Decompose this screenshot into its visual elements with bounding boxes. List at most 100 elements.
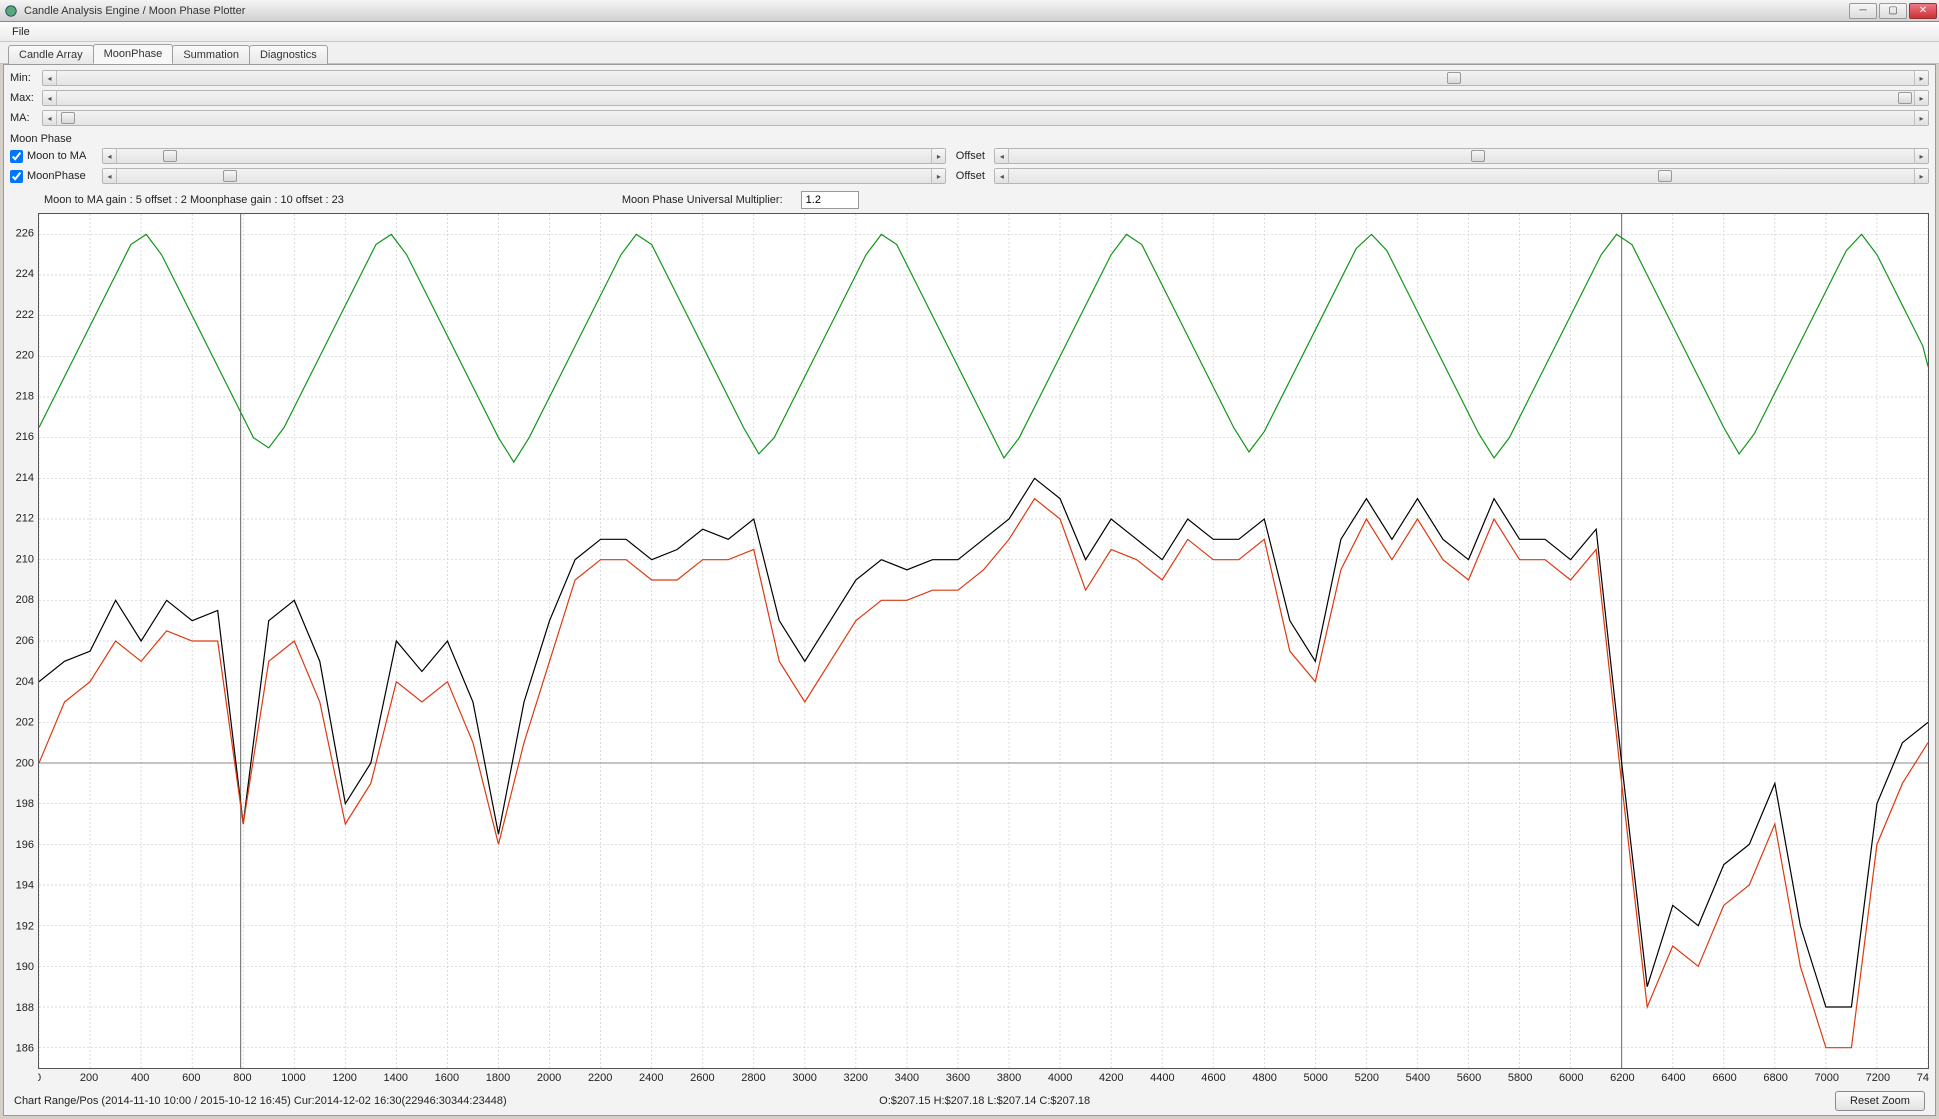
svg-text:192: 192: [16, 920, 34, 932]
chart-x-axis: 0200400600800100012001400160018002000220…: [38, 1069, 1929, 1085]
svg-text:1600: 1600: [435, 1072, 459, 1084]
svg-text:190: 190: [16, 961, 34, 973]
svg-text:202: 202: [16, 717, 34, 729]
svg-text:5200: 5200: [1355, 1072, 1379, 1084]
multiplier-label: Moon Phase Universal Multiplier:: [622, 194, 783, 206]
svg-text:216: 216: [16, 431, 34, 443]
svg-text:186: 186: [16, 1043, 34, 1055]
chevron-right-icon[interactable]: ▸: [931, 169, 945, 183]
svg-text:3600: 3600: [946, 1072, 970, 1084]
svg-text:4600: 4600: [1201, 1072, 1225, 1084]
svg-text:208: 208: [16, 594, 34, 606]
chevron-right-icon[interactable]: ▸: [1914, 71, 1928, 85]
chevron-left-icon[interactable]: ◂: [43, 91, 57, 105]
chart-y-axis: 1861881901921941961982002022042062082102…: [10, 213, 38, 1069]
moonphase-offset-slider[interactable]: ◂ ▸: [994, 168, 1929, 184]
min-slider[interactable]: ◂ ▸: [42, 70, 1929, 86]
svg-text:224: 224: [16, 268, 34, 280]
window-titlebar: Candle Analysis Engine / Moon Phase Plot…: [0, 0, 1939, 22]
moon-to-ma-gain-slider[interactable]: ◂ ▸: [102, 148, 946, 164]
svg-text:6400: 6400: [1661, 1072, 1685, 1084]
close-button[interactable]: ✕: [1909, 3, 1937, 19]
svg-text:220: 220: [16, 350, 34, 362]
menu-file[interactable]: File: [6, 24, 36, 40]
chevron-left-icon[interactable]: ◂: [995, 169, 1009, 183]
svg-text:5000: 5000: [1303, 1072, 1327, 1084]
svg-text:4200: 4200: [1099, 1072, 1123, 1084]
reset-zoom-button[interactable]: Reset Zoom: [1835, 1091, 1925, 1111]
svg-text:3400: 3400: [895, 1072, 919, 1084]
svg-text:2600: 2600: [690, 1072, 714, 1084]
chart-plot-area[interactable]: [38, 213, 1929, 1069]
app-icon: [4, 4, 18, 18]
tab-summation[interactable]: Summation: [172, 45, 250, 64]
svg-text:194: 194: [16, 880, 34, 892]
tab-strip: Candle Array MoonPhase Summation Diagnos…: [0, 42, 1939, 64]
svg-text:7400: 7400: [1917, 1072, 1929, 1084]
svg-text:198: 198: [16, 798, 34, 810]
min-label: Min:: [10, 72, 42, 84]
chevron-left-icon[interactable]: ◂: [43, 71, 57, 85]
chevron-right-icon[interactable]: ▸: [1914, 111, 1928, 125]
moonphase-section-label: Moon Phase: [10, 129, 1929, 147]
max-slider[interactable]: ◂ ▸: [42, 90, 1929, 106]
window-title: Candle Analysis Engine / Moon Phase Plot…: [24, 5, 245, 17]
svg-text:2200: 2200: [588, 1072, 612, 1084]
offset-label-2: Offset: [946, 170, 994, 182]
tab-candle-array[interactable]: Candle Array: [8, 45, 94, 64]
svg-text:5400: 5400: [1406, 1072, 1430, 1084]
svg-text:188: 188: [16, 1002, 34, 1014]
client-area: Min: ◂ ▸ Max: ◂ ▸ MA: ◂ ▸ Moon Phase Moo…: [3, 64, 1936, 1116]
svg-text:4800: 4800: [1252, 1072, 1276, 1084]
chevron-left-icon[interactable]: ◂: [995, 149, 1009, 163]
svg-text:214: 214: [16, 472, 34, 484]
svg-text:226: 226: [16, 227, 34, 239]
moon-to-ma-label: Moon to MA: [27, 150, 86, 162]
gain-offset-status: Moon to MA gain : 5 offset : 2 Moonphase…: [44, 194, 344, 206]
svg-text:3000: 3000: [792, 1072, 816, 1084]
multiplier-input[interactable]: [801, 191, 859, 209]
chevron-left-icon[interactable]: ◂: [103, 169, 117, 183]
chevron-right-icon[interactable]: ▸: [1914, 149, 1928, 163]
moon-to-ma-offset-slider[interactable]: ◂ ▸: [994, 148, 1929, 164]
svg-text:2400: 2400: [639, 1072, 663, 1084]
svg-text:1000: 1000: [281, 1072, 305, 1084]
chevron-left-icon[interactable]: ◂: [43, 111, 57, 125]
svg-text:200: 200: [16, 757, 34, 769]
menubar: File: [0, 22, 1939, 42]
svg-text:4400: 4400: [1150, 1072, 1174, 1084]
svg-text:5600: 5600: [1457, 1072, 1481, 1084]
svg-text:6000: 6000: [1559, 1072, 1583, 1084]
svg-text:3200: 3200: [843, 1072, 867, 1084]
svg-text:196: 196: [16, 839, 34, 851]
ohlc-status: O:$207.15 H:$207.18 L:$207.14 C:$207.18: [879, 1095, 1090, 1107]
tab-moonphase[interactable]: MoonPhase: [93, 44, 174, 64]
svg-text:6600: 6600: [1712, 1072, 1736, 1084]
moonphase-checkbox[interactable]: [10, 170, 23, 183]
minimize-button[interactable]: ─: [1849, 3, 1877, 19]
chevron-right-icon[interactable]: ▸: [1914, 169, 1928, 183]
svg-text:1400: 1400: [384, 1072, 408, 1084]
svg-text:600: 600: [182, 1072, 200, 1084]
svg-text:5800: 5800: [1508, 1072, 1532, 1084]
svg-text:6200: 6200: [1610, 1072, 1634, 1084]
svg-text:222: 222: [16, 309, 34, 321]
svg-text:212: 212: [16, 513, 34, 525]
chevron-right-icon[interactable]: ▸: [1914, 91, 1928, 105]
svg-text:2000: 2000: [537, 1072, 561, 1084]
svg-text:218: 218: [16, 390, 34, 402]
chevron-right-icon[interactable]: ▸: [931, 149, 945, 163]
svg-text:1800: 1800: [486, 1072, 510, 1084]
chevron-left-icon[interactable]: ◂: [103, 149, 117, 163]
svg-text:3800: 3800: [997, 1072, 1021, 1084]
ma-slider[interactable]: ◂ ▸: [42, 110, 1929, 126]
maximize-button[interactable]: ▢: [1879, 3, 1907, 19]
tab-diagnostics[interactable]: Diagnostics: [249, 45, 328, 64]
svg-text:2800: 2800: [741, 1072, 765, 1084]
svg-text:400: 400: [131, 1072, 149, 1084]
moon-to-ma-checkbox[interactable]: [10, 150, 23, 163]
svg-text:1200: 1200: [332, 1072, 356, 1084]
max-label: Max:: [10, 92, 42, 104]
svg-text:7000: 7000: [1815, 1072, 1839, 1084]
moonphase-gain-slider[interactable]: ◂ ▸: [102, 168, 946, 184]
